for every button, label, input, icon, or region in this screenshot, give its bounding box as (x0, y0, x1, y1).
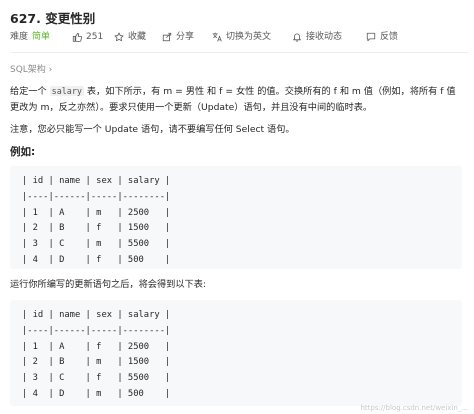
bell-icon (293, 33, 301, 42)
table-name-code: salary (49, 86, 84, 96)
description-text-start: 给定一个 (10, 86, 50, 97)
thumbs-up-icon (72, 32, 82, 42)
watermark: https://blog.csdn.net/weixin_... (360, 404, 468, 412)
difficulty-value: 简单 (32, 32, 51, 42)
feedback-button[interactable]: 反馈 (366, 30, 398, 44)
switch-language-label: 切换为英文 (226, 32, 272, 42)
example-table-before: | id | name | sex | salary | |----|-----… (10, 166, 462, 269)
note-paragraph: 注意，您必只能写一个 Update 语句，请不要编写任何 Select 语句。 (10, 124, 295, 135)
switch-language-button[interactable]: 切换为英文 (212, 30, 271, 44)
feedback-label: 反馈 (380, 32, 399, 42)
table-before-code: | id | name | sex | salary | |----|-----… (22, 176, 171, 265)
like-count: 251 (86, 32, 104, 42)
feedback-icon (366, 32, 376, 42)
difficulty: 难度 简单 (10, 30, 50, 44)
share-label: 分享 (176, 32, 195, 42)
problem-meta-bar: 难度 简单 251 收藏 分享 切换为英文 接收动态 反馈 (10, 30, 470, 44)
notify-label: 接收动态 (306, 32, 343, 42)
star-icon (114, 32, 124, 42)
table-after-code: | id | name | sex | salary | |----|-----… (22, 310, 171, 399)
share-button[interactable]: 分享 (162, 30, 194, 44)
favorite-button[interactable]: 收藏 (114, 30, 146, 44)
favorite-label: 收藏 (128, 32, 147, 42)
like-button[interactable]: 251 (72, 30, 103, 44)
share-icon (162, 32, 172, 42)
topic-tag[interactable]: SQL架构 › (10, 62, 52, 75)
example-heading: 例如: (10, 146, 36, 158)
example-table-after: | id | name | sex | salary | |----|-----… (10, 300, 462, 406)
translate-icon (212, 32, 222, 42)
description-paragraph: 给定一个 salary 表，如下所示，有 m = 男性 和 f = 女性 的值。… (10, 83, 462, 116)
problem-title: 627. 变更性别 (10, 11, 96, 26)
header-divider (10, 52, 468, 53)
difficulty-label: 难度 (10, 32, 29, 42)
result-paragraph: 运行你所编写的更新语句之后，将会得到以下表: (10, 279, 207, 290)
notify-button[interactable]: 接收动态 (292, 30, 342, 44)
